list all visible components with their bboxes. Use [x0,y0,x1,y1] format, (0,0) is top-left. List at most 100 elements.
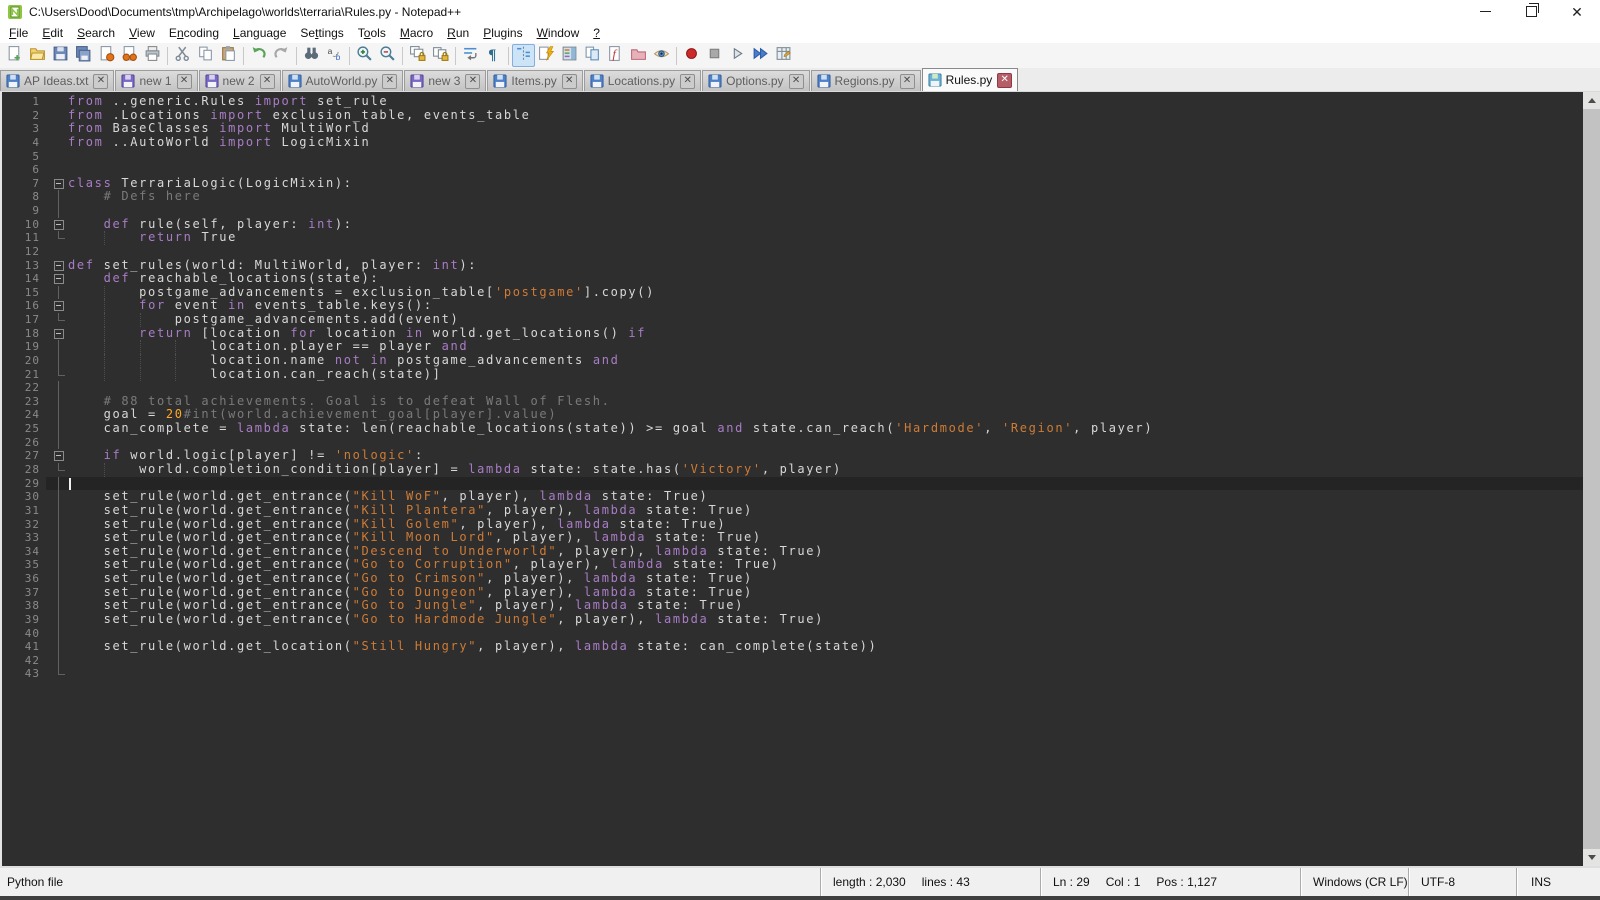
status-encoding[interactable]: UTF-8 [1408,868,1516,896]
line-number-31[interactable]: 31 [2,504,40,518]
fold-margin[interactable] [52,490,68,504]
fold-collapse-icon[interactable] [54,301,64,311]
fold-margin[interactable] [52,599,68,613]
tab-ap-ideas-txt[interactable]: AP Ideas.txt✕ [0,70,114,91]
code-line-35[interactable]: 35 set_rule(world.get_entrance("Go to Co… [2,558,1583,572]
fold-collapse-icon[interactable] [54,329,64,339]
line-number-9[interactable]: 9 [2,204,40,218]
line-number-6[interactable]: 6 [2,163,40,177]
code-line-4[interactable]: 4from ..AutoWorld import LogicMixin [2,136,1583,150]
code-text[interactable]: set_rule(world.get_entrance("Descend to … [68,545,824,559]
line-number-42[interactable]: 42 [2,654,40,668]
line-number-7[interactable]: 7 [2,177,40,191]
line-number-17[interactable]: 17 [2,313,40,327]
code-line-8[interactable]: 8 # Defs here [2,190,1583,204]
tab-close-icon[interactable]: ✕ [789,74,804,89]
code-line-42[interactable]: 42 [2,654,1583,668]
line-number-34[interactable]: 34 [2,545,40,559]
status-eol-format[interactable]: Windows (CR LF) [1300,868,1408,896]
code-text[interactable]: def rule(self, player: int): [68,218,353,232]
code-line-5[interactable]: 5 [2,150,1583,164]
macro-run-multiple-button[interactable] [749,44,772,67]
fold-margin[interactable] [52,272,68,286]
line-number-13[interactable]: 13 [2,259,40,273]
code-text[interactable]: set_rule(world.get_entrance("Kill WoF", … [68,490,708,504]
fold-margin[interactable] [52,572,68,586]
code-text[interactable]: for event in events_table.keys(): [68,299,433,313]
tab-regions-py[interactable]: Regions.py✕ [811,70,921,91]
minimize-button[interactable] [1462,0,1508,23]
scrollbar-thumb[interactable] [1583,109,1600,849]
fold-margin[interactable] [52,518,68,532]
zoom-in-button[interactable] [353,44,376,67]
code-line-1[interactable]: 1from ..generic.Rules import set_rule [2,95,1583,109]
code-line-15[interactable]: 15 postgame_advancements = exclusion_tab… [2,286,1583,300]
fold-margin[interactable] [52,368,68,382]
find-button[interactable] [300,44,323,67]
fold-margin[interactable] [52,299,68,313]
line-number-27[interactable]: 27 [2,449,40,463]
code-text[interactable]: set_rule(world.get_entrance("Go to Crims… [68,572,753,586]
code-text[interactable]: can_complete = lambda state: len(reachab… [68,422,1153,436]
code-text[interactable]: postgame_advancements.add(event) [68,313,459,327]
line-number-32[interactable]: 32 [2,518,40,532]
tab-new-2[interactable]: new 2✕ [199,70,281,91]
code-line-20[interactable]: 20 location.name not in postgame_advance… [2,354,1583,368]
code-line-28[interactable]: 28 world.completion_condition[player] = … [2,463,1583,477]
menu-macro[interactable]: Macro [393,24,440,42]
code-text[interactable]: set_rule(world.get_location("Still Hungr… [68,640,877,654]
line-number-20[interactable]: 20 [2,354,40,368]
fold-margin[interactable] [52,654,68,668]
code-line-43[interactable]: 43 [2,667,1583,681]
vertical-scrollbar[interactable] [1583,92,1600,866]
code-area[interactable]: 1from ..generic.Rules import set_rule2fr… [2,92,1583,866]
fold-margin[interactable] [52,381,68,395]
fold-margin[interactable] [52,136,68,150]
document-map-button[interactable] [558,44,581,67]
function-completion-button[interactable] [535,44,558,67]
code-text[interactable]: location.name not in postgame_advancemen… [68,354,620,368]
code-line-17[interactable]: 17 postgame_advancements.add(event) [2,313,1583,327]
tab-close-icon[interactable]: ✕ [562,74,577,89]
line-number-28[interactable]: 28 [2,463,40,477]
fold-margin[interactable] [52,122,68,136]
fold-margin[interactable] [52,163,68,177]
fold-margin[interactable] [52,504,68,518]
tab-close-icon[interactable]: ✕ [260,74,275,89]
show-indent-guide-button[interactable] [512,44,535,67]
tab-autoworld-py[interactable]: AutoWorld.py✕ [282,70,404,91]
status-typing-mode[interactable]: INS [1516,868,1600,896]
line-number-24[interactable]: 24 [2,408,40,422]
menu-plugins[interactable]: Plugins [476,24,529,42]
code-line-34[interactable]: 34 set_rule(world.get_entrance("Descend … [2,545,1583,559]
fold-margin[interactable] [52,627,68,641]
tab-close-icon[interactable]: ✕ [900,74,915,89]
copy-button[interactable] [194,44,217,67]
fold-margin[interactable] [52,586,68,600]
open-file-button[interactable] [26,44,49,67]
code-text[interactable]: goal = 20#int(world.achievement_goal[pla… [68,408,557,422]
fold-margin[interactable] [52,218,68,232]
macro-record-button[interactable] [680,44,703,67]
fold-collapse-icon[interactable] [54,220,64,230]
code-line-26[interactable]: 26 [2,436,1583,450]
code-line-39[interactable]: 39 set_rule(world.get_entrance("Go to Ha… [2,613,1583,627]
code-line-30[interactable]: 30 set_rule(world.get_entrance("Kill WoF… [2,490,1583,504]
code-line-9[interactable]: 9 [2,204,1583,218]
fold-margin[interactable] [52,545,68,559]
code-text[interactable]: class TerrariaLogic(LogicMixin): [68,177,353,191]
menu-[interactable]: ? [586,24,607,42]
tab-close-icon[interactable]: ✕ [382,74,397,89]
code-line-32[interactable]: 32 set_rule(world.get_entrance("Kill Gol… [2,518,1583,532]
fold-margin[interactable] [52,395,68,409]
redo-button[interactable] [270,44,293,67]
code-line-38[interactable]: 38 set_rule(world.get_entrance("Go to Ju… [2,599,1583,613]
line-number-38[interactable]: 38 [2,599,40,613]
line-number-40[interactable]: 40 [2,627,40,641]
code-line-11[interactable]: 11 return True [2,231,1583,245]
tab-rules-py[interactable]: Rules.py✕ [922,68,1019,91]
tab-close-icon[interactable]: ✕ [177,74,192,89]
restore-button[interactable] [1508,0,1554,23]
fold-margin[interactable] [52,354,68,368]
fold-margin[interactable] [52,286,68,300]
